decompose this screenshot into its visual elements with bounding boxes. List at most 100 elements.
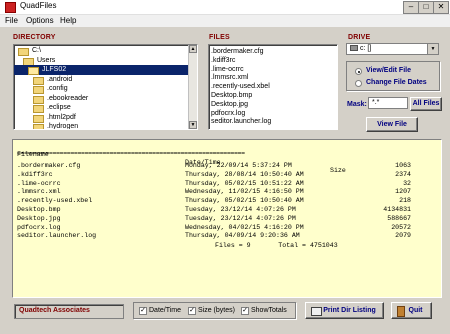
menu-help[interactable]: Help — [60, 16, 76, 25]
mode-group: View/Edit File Change File Dates — [346, 61, 440, 91]
file-item[interactable]: .lime-ocrrc — [211, 65, 244, 74]
maximize-icon[interactable]: □ — [418, 1, 434, 14]
size-label[interactable]: Size (bytes) — [198, 307, 235, 314]
listing-name: .recently-used.xbel — [17, 197, 93, 205]
window-title: QuadFiles — [20, 1, 57, 10]
menu-bar: File Options Help — [0, 15, 450, 27]
minimize-icon[interactable]: – — [403, 1, 419, 14]
listing-date: Wednesday, 04/02/15 4:16:20 PM — [185, 223, 304, 231]
directory-item[interactable]: .hydrogen — [14, 122, 197, 129]
menu-file[interactable]: File — [5, 16, 18, 25]
datetime-checkbox[interactable]: ✓ — [139, 307, 147, 315]
listing-separator: ========================================… — [17, 150, 245, 157]
view-edit-label[interactable]: View/Edit File — [366, 67, 411, 74]
view-file-button[interactable]: View File — [366, 117, 418, 132]
size-checkbox[interactable]: ✓ — [188, 307, 196, 315]
directory-item[interactable]: .html2pdf — [14, 113, 197, 123]
directory-item[interactable]: Users — [14, 56, 197, 66]
directory-listing[interactable]: Filename Date/Time Size ================… — [12, 139, 442, 298]
listing-date: Monday, 22/09/14 5:37:24 PM — [185, 162, 292, 169]
directory-item-label: .ebookreader — [47, 94, 89, 102]
directory-item[interactable]: .eclipse — [14, 103, 197, 113]
app-icon — [5, 2, 16, 13]
view-edit-radio[interactable] — [355, 68, 362, 75]
chevron-down-icon[interactable]: ▼ — [427, 44, 438, 54]
print-label: Print Dir Listing — [323, 307, 376, 314]
file-item[interactable]: .recently-used.xbel — [211, 82, 270, 91]
listing-size: 2374 — [395, 170, 411, 178]
file-item[interactable]: .lmmsrc.xml — [211, 73, 248, 82]
file-item[interactable]: seditor.launcher.log — [211, 117, 271, 126]
listing-date: Thursday, 28/08/14 10:50:40 AM — [185, 170, 304, 178]
close-icon[interactable]: ✕ — [433, 1, 449, 14]
header-size: Size — [330, 167, 346, 174]
directory-item[interactable]: .android — [14, 75, 197, 85]
listing-size: 4134831 — [383, 206, 411, 213]
scroll-down-icon[interactable]: ▼ — [189, 121, 197, 129]
listing-date: Tuesday, 23/12/14 4:07:26 PM — [185, 206, 296, 213]
listing-name: .lmmsrc.xml — [17, 188, 61, 196]
file-item[interactable]: .bordermaker.cfg — [211, 47, 264, 56]
directory-item[interactable]: C:\ — [14, 46, 197, 56]
listing-name: .kdiff3rc — [17, 170, 53, 178]
drive-label: DRIVE — [348, 34, 371, 41]
directory-item-label: C:\ — [32, 47, 41, 54]
listing-name: pdfocrx.log — [17, 223, 61, 231]
directory-scrollbar[interactable]: ▲ ▼ — [188, 45, 197, 129]
listing-name: .bordermaker.cfg — [17, 162, 81, 169]
listing-name: Desktop.jpg — [17, 214, 61, 222]
quit-button[interactable]: Quit — [391, 302, 432, 319]
menu-options[interactable]: Options — [26, 16, 54, 25]
drive-icon — [350, 45, 358, 52]
change-dates-radio[interactable] — [355, 80, 362, 87]
listing-name: Desktop.bmp — [17, 206, 61, 213]
directory-item-label: Users — [37, 56, 56, 64]
listing-size: 1063 — [395, 162, 411, 169]
drive-select[interactable]: c: [] ▼ — [346, 43, 439, 55]
listing-name: .lime-ocrrc — [17, 179, 61, 187]
files-label: FILES — [209, 34, 230, 41]
file-item[interactable]: pdfocrx.log — [211, 109, 245, 118]
mask-input[interactable]: *.* — [368, 97, 408, 109]
options-group: ✓ Date/Time ✓ Size (bytes) ✓ ShowTotals — [133, 302, 296, 319]
drive-value: c: [] — [360, 45, 372, 52]
listing-size: 20572 — [391, 223, 411, 231]
mask-label: Mask: — [347, 101, 367, 108]
listing-size: 218 — [399, 197, 411, 205]
title-bar: QuadFiles – □ ✕ — [0, 0, 450, 15]
file-item[interactable]: Desktop.jpg — [211, 100, 248, 109]
directory-tree[interactable]: C:\ Users JLFS02 .android .config .ebookreade… — [13, 44, 198, 130]
directory-item[interactable]: .ebookreader — [14, 94, 197, 104]
company-name: Quadtech Associates — [19, 307, 90, 314]
folder-icon — [33, 124, 44, 129]
quit-label: Quit — [408, 307, 423, 314]
change-dates-label[interactable]: Change File Dates — [366, 79, 427, 86]
datetime-label[interactable]: Date/Time — [149, 307, 181, 314]
company-box: Quadtech Associates — [14, 304, 124, 319]
directory-item-label: .eclipse — [47, 104, 71, 111]
listing-date: Thursday, 05/02/15 10:51:22 AM — [185, 179, 304, 187]
scroll-up-icon[interactable]: ▲ — [189, 45, 197, 53]
printer-icon — [311, 307, 322, 316]
directory-item-label: .config — [47, 85, 68, 92]
files-list[interactable]: .bordermaker.cfg .kdiff3rc .lime-ocrrc .lmm… — [208, 44, 338, 130]
directory-item[interactable]: JLFS02 — [14, 65, 197, 75]
listing-date: Thursday, 04/09/14 9:20:36 AM — [185, 232, 300, 240]
listing-size: 1207 — [395, 188, 411, 196]
listing-name: seditor.launcher.log — [17, 232, 97, 240]
listing-size: 588667 — [387, 214, 411, 222]
file-item[interactable]: .kdiff3rc — [211, 56, 235, 65]
all-files-button[interactable]: All Files — [410, 97, 442, 111]
directory-item-label: .html2pdf — [47, 113, 76, 121]
directory-item-label: JLFS02 — [42, 66, 67, 73]
listing-date: Thursday, 05/02/15 10:50:40 AM — [185, 197, 304, 205]
listing-summary: Files = 9 Total = 4751043 — [215, 242, 338, 249]
showtotals-checkbox[interactable]: ✓ — [241, 307, 249, 315]
listing-size: 32 — [403, 179, 411, 187]
file-item[interactable]: Desktop.bmp — [211, 91, 252, 100]
showtotals-label[interactable]: ShowTotals — [251, 307, 287, 314]
print-dir-listing-button[interactable]: Print Dir Listing — [305, 302, 384, 319]
listing-date: Tuesday, 23/12/14 4:07:26 PM — [185, 214, 296, 222]
directory-label: DIRECTORY — [13, 34, 56, 41]
directory-item[interactable]: .config — [14, 84, 197, 94]
